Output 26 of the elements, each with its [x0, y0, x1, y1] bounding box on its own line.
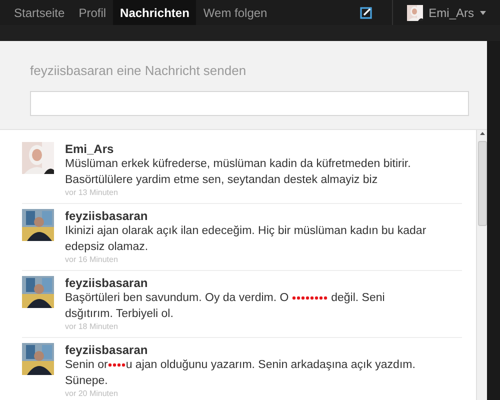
sender-name[interactable]: Emi_Ars	[65, 142, 435, 156]
message-text: Senin or u ajan olduğunu yazarım. Senin arkadaşına açık yazdım. Sünepe.	[65, 358, 416, 388]
sender-name[interactable]: feyziisbasaran	[65, 276, 435, 290]
message-time: vor 16 Minuten	[65, 254, 119, 264]
redaction-mark	[108, 362, 126, 368]
message-text: Başörtüleri ben savundum. Oy da verdim. O değil. Seni dsğıtırım. Terbiyeli ol.	[65, 290, 386, 322]
message-text: Müslüman erkek küfrederse, müslüman kadin da küfretmeden bitirir. Basörtülülere yardim etme sen, seytandan destek almayiz biz	[65, 156, 412, 188]
redaction-mark	[292, 294, 328, 300]
scroll-up-icon[interactable]	[480, 132, 484, 134]
compose-icon[interactable]	[360, 6, 372, 18]
sender-name[interactable]: feyziisbasaran	[65, 342, 435, 356]
nav-tab[interactable]: Profil	[72, 0, 114, 25]
message-time: vor 13 Minuten	[65, 188, 119, 198]
dialog-title: feyziisbasaran eine Nachricht senden	[30, 62, 248, 80]
scroll-thumb[interactable]	[478, 140, 486, 226]
message-time: vor 18 Minuten	[65, 322, 119, 332]
nav-tab[interactable]: Wem folgen	[196, 0, 274, 25]
message-input[interactable]	[30, 90, 469, 116]
scrollbar[interactable]	[476, 130, 487, 400]
nav-tab[interactable]: Nachrichten	[113, 0, 196, 25]
caret-icon	[480, 10, 486, 14]
message-text: Ikinizi ajan olarak açık ilan edeceğim. Hiç bir müslüman kadın bu kadar edepsiz olamaz.	[65, 224, 428, 254]
message-time: vor 20 Minuten	[65, 388, 119, 398]
account-menu[interactable]: Emi_Ars	[392, 0, 500, 25]
nav-tab[interactable]: Startseite	[7, 0, 72, 25]
sender-name[interactable]: feyziisbasaran	[65, 208, 435, 222]
